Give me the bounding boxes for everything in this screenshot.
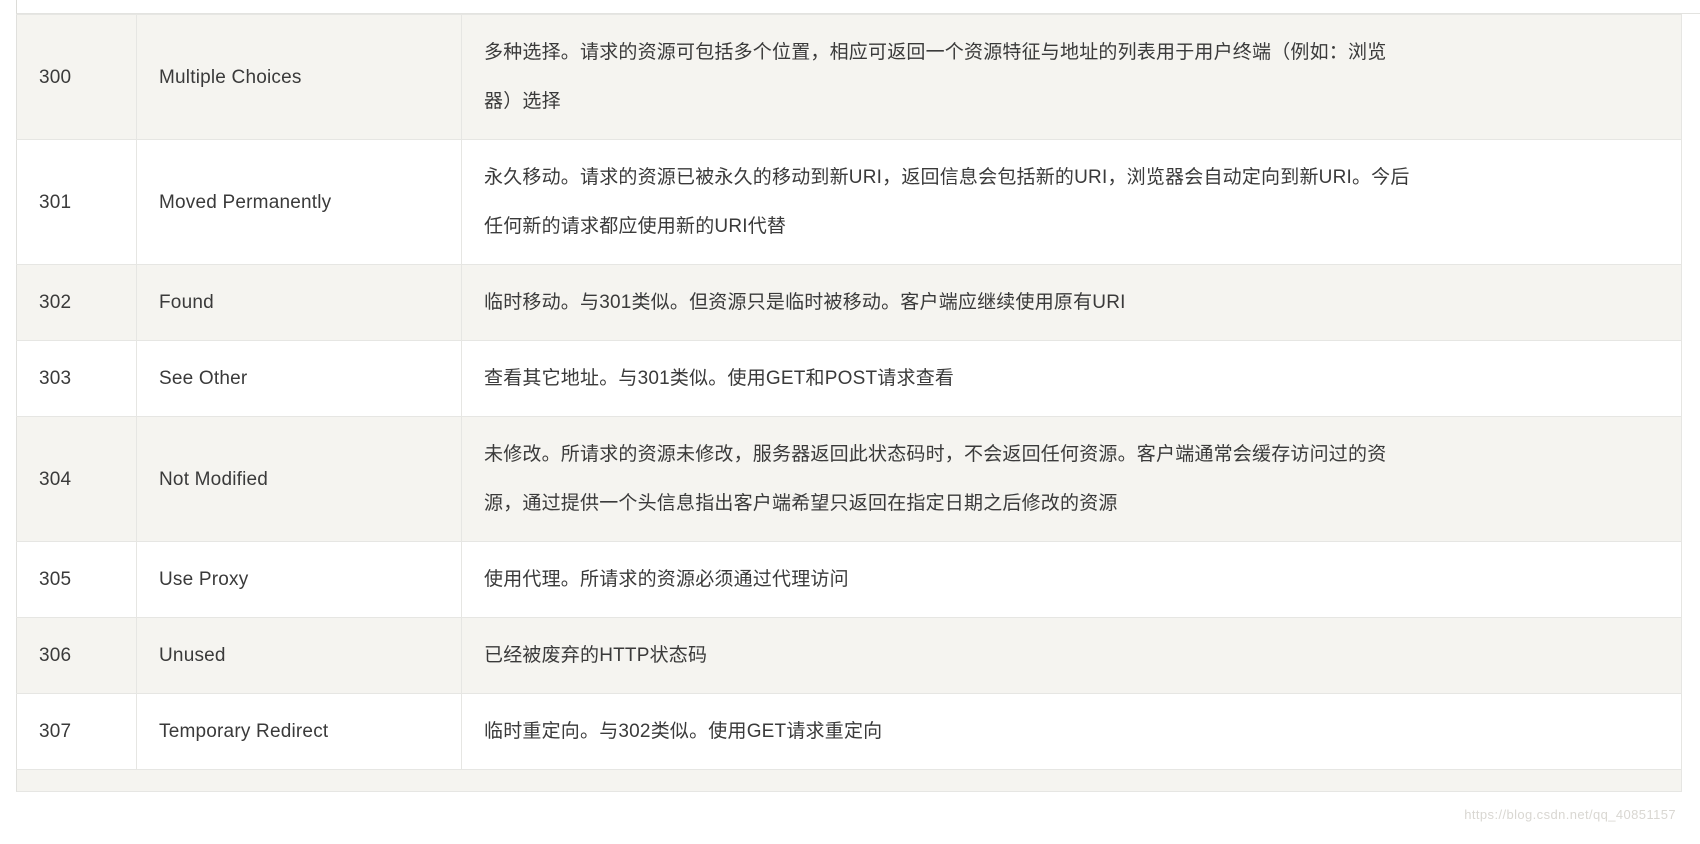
table-row: 300 Multiple Choices 多种选择。请求的资源可包括多个位置，相… — [16, 14, 1682, 140]
status-name-cell: Multiple Choices — [136, 14, 462, 140]
status-code-cell: 305 — [16, 541, 137, 618]
status-name-value: Found — [159, 292, 214, 313]
description-line: 已经被废弃的HTTP状态码 — [484, 645, 708, 666]
status-description-cell: 临时移动。与301类似。但资源只是临时被移动。客户端应继续使用原有URI — [461, 264, 1682, 341]
table-row: 302 Found 临时移动。与301类似。但资源只是临时被移动。客户端应继续使… — [16, 264, 1682, 341]
description-line: 器）选择 — [484, 91, 561, 112]
status-name-value: Use Proxy — [159, 569, 249, 590]
status-description-cell: 未修改。所请求的资源未修改，服务器返回此状态码时，不会返回任何资源。客户端通常会… — [461, 416, 1682, 542]
status-description-cell: 使用代理。所请求的资源必须通过代理访问 — [461, 541, 1682, 618]
table-row: 303 See Other 查看其它地址。与301类似。使用GET和POST请求… — [16, 340, 1682, 417]
status-code-cell: 302 — [16, 264, 137, 341]
status-code-cell: 307 — [16, 693, 137, 770]
description-line: 多种选择。请求的资源可包括多个位置，相应可返回一个资源特征与地址的列表用于用户终… — [484, 42, 1387, 63]
http-status-code-table: 300 Multiple Choices 多种选择。请求的资源可包括多个位置，相… — [16, 14, 1682, 770]
watermark: https://blog.csdn.net/qq_40851157 — [1464, 807, 1676, 822]
status-code-value: 301 — [39, 191, 72, 213]
description-line: 查看其它地址。与301类似。使用GET和POST请求查看 — [484, 368, 955, 389]
status-name-value: Not Modified — [159, 468, 269, 490]
status-code-cell: 300 — [16, 14, 137, 140]
status-code-value: 304 — [39, 468, 72, 490]
status-code-value: 306 — [39, 645, 72, 666]
table-row: 305 Use Proxy 使用代理。所请求的资源必须通过代理访问 — [16, 541, 1682, 618]
status-code-cell: 303 — [16, 340, 137, 417]
previous-row-partial — [16, 0, 1700, 14]
status-code-value: 303 — [39, 368, 72, 389]
status-description-cell: 已经被废弃的HTTP状态码 — [461, 617, 1682, 694]
status-name-cell: Moved Permanently — [136, 139, 462, 265]
status-code-cell: 304 — [16, 416, 137, 542]
status-code-cell: 301 — [16, 139, 137, 265]
description-line: 源，通过提供一个头信息指出客户端希望只返回在指定日期之后修改的资源 — [484, 493, 1118, 514]
status-description-cell: 多种选择。请求的资源可包括多个位置，相应可返回一个资源特征与地址的列表用于用户终… — [461, 14, 1682, 140]
status-name-cell: Not Modified — [136, 416, 462, 542]
status-code-cell: 306 — [16, 617, 137, 694]
status-name-value: Temporary Redirect — [159, 721, 329, 742]
status-name-cell: Unused — [136, 617, 462, 694]
status-code-value: 305 — [39, 569, 72, 590]
status-code-table-wrapper: 300 Multiple Choices 多种选择。请求的资源可包括多个位置，相… — [16, 14, 1682, 770]
status-name-value: Multiple Choices — [159, 66, 302, 88]
table-row: 306 Unused 已经被废弃的HTTP状态码 — [16, 617, 1682, 694]
status-name-value: Moved Permanently — [159, 191, 332, 213]
table-body: 300 Multiple Choices 多种选择。请求的资源可包括多个位置，相… — [16, 14, 1682, 770]
description-line: 永久移动。请求的资源已被永久的移动到新URI，返回信息会包括新的URI，浏览器会… — [484, 167, 1410, 188]
status-description-cell: 临时重定向。与302类似。使用GET请求重定向 — [461, 693, 1682, 770]
description-line: 临时移动。与301类似。但资源只是临时被移动。客户端应继续使用原有URI — [484, 292, 1126, 313]
description-line: 任何新的请求都应使用新的URI代替 — [484, 216, 787, 237]
status-name-cell: Found — [136, 264, 462, 341]
status-description-cell: 查看其它地址。与301类似。使用GET和POST请求查看 — [461, 340, 1682, 417]
table-row: 301 Moved Permanently 永久移动。请求的资源已被永久的移动到… — [16, 139, 1682, 265]
next-row-partial — [16, 770, 1682, 792]
table-row: 304 Not Modified 未修改。所请求的资源未修改，服务器返回此状态码… — [16, 416, 1682, 542]
status-name-cell: Use Proxy — [136, 541, 462, 618]
status-description-cell: 永久移动。请求的资源已被永久的移动到新URI，返回信息会包括新的URI，浏览器会… — [461, 139, 1682, 265]
status-code-value: 300 — [39, 66, 72, 88]
table-row: 307 Temporary Redirect 临时重定向。与302类似。使用GE… — [16, 693, 1682, 770]
description-line: 未修改。所请求的资源未修改，服务器返回此状态码时，不会返回任何资源。客户端通常会… — [484, 444, 1387, 465]
description-line: 临时重定向。与302类似。使用GET请求重定向 — [484, 721, 883, 742]
status-code-value: 307 — [39, 721, 72, 742]
status-name-value: Unused — [159, 645, 226, 666]
status-name-cell: See Other — [136, 340, 462, 417]
description-line: 使用代理。所请求的资源必须通过代理访问 — [484, 569, 849, 590]
status-name-value: See Other — [159, 368, 248, 389]
status-name-cell: Temporary Redirect — [136, 693, 462, 770]
status-code-value: 302 — [39, 292, 72, 313]
document-page: 300 Multiple Choices 多种选择。请求的资源可包括多个位置，相… — [0, 0, 1700, 844]
